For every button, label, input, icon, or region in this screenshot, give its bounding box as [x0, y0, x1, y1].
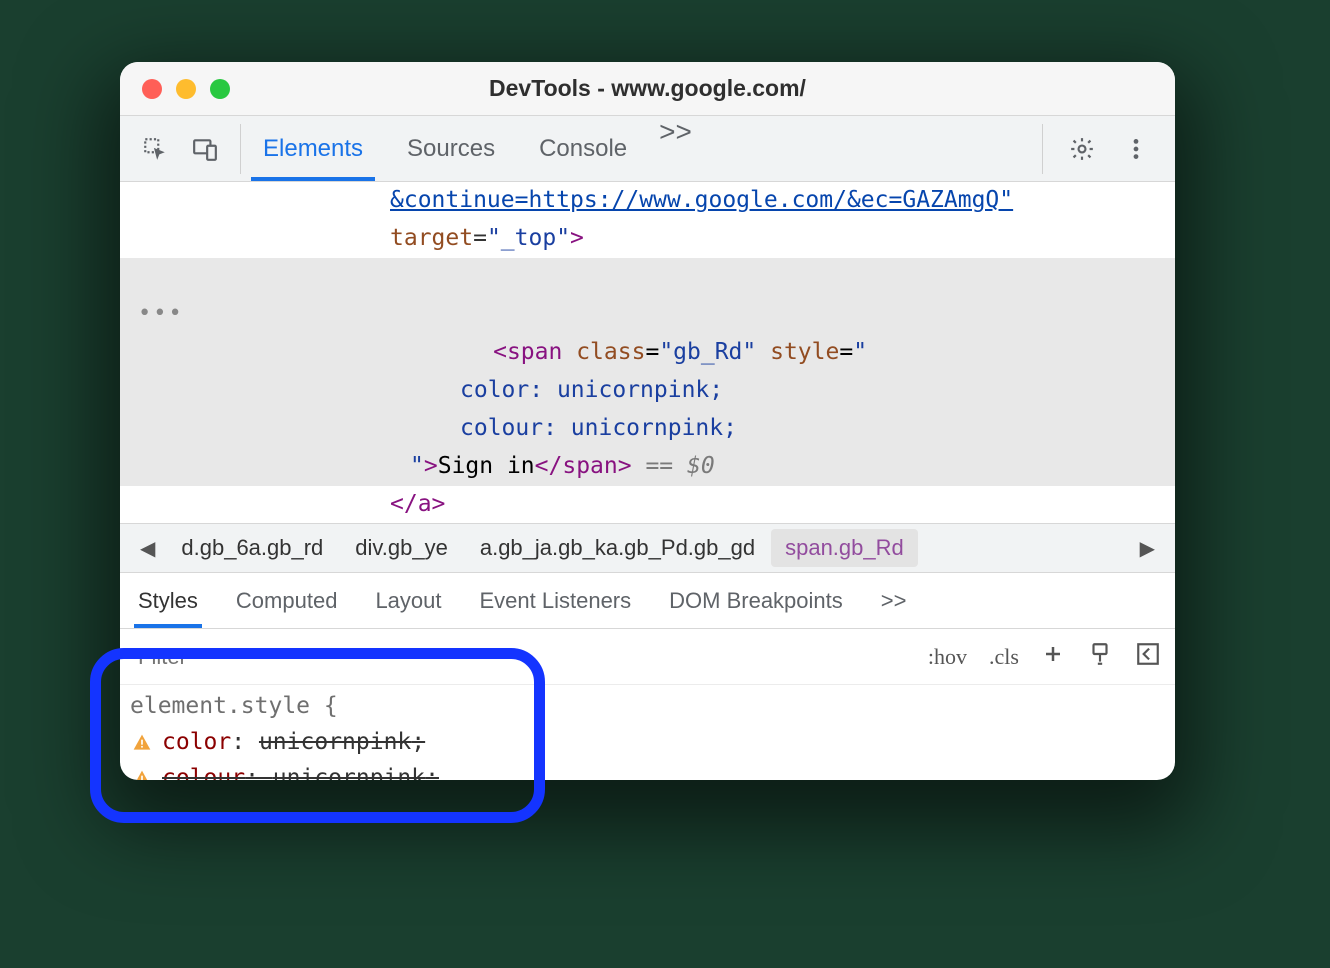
dom-tree[interactable]: &continue=https://www.google.com/&ec=GAZ…	[120, 182, 1175, 523]
styles-filter-row: :hov .cls	[120, 629, 1175, 685]
tab-elements[interactable]: Elements	[241, 116, 385, 181]
warning-icon	[132, 733, 152, 753]
dom-url-fragment: &continue=https://www.google.com/&ec=GAZ…	[390, 187, 1013, 213]
device-toolbar-icon[interactable]	[192, 136, 218, 162]
tabs-overflow-icon[interactable]: >>	[649, 116, 702, 181]
dom-row-selected[interactable]: ••• <span class="gb_Rd" style="	[120, 258, 1175, 372]
dom-breadcrumb[interactable]: ◀ d.gb_6a.gb_rd div.gb_ye a.gb_ja.gb_ka.…	[120, 523, 1175, 573]
subtabs-overflow-icon[interactable]: >>	[881, 573, 907, 628]
subtab-computed[interactable]: Computed	[236, 573, 338, 628]
dom-row[interactable]: &continue=https://www.google.com/&ec=GAZ…	[120, 182, 1175, 220]
new-style-rule-icon[interactable]	[1041, 642, 1065, 672]
breadcrumb-next-icon[interactable]: ▶	[1130, 536, 1165, 561]
breadcrumb-item[interactable]: d.gb_6a.gb_rd	[165, 535, 339, 561]
gear-icon[interactable]	[1069, 136, 1095, 162]
dom-row[interactable]: target="_top">	[120, 220, 1175, 258]
styles-subtabs: Styles Computed Layout Event Listeners D…	[120, 573, 1175, 629]
paint-flash-icon[interactable]	[1087, 641, 1113, 673]
ellipsis-icon[interactable]: •••	[138, 296, 184, 332]
subtab-layout[interactable]: Layout	[375, 573, 441, 628]
tab-console[interactable]: Console	[517, 116, 649, 181]
dom-row[interactable]: </a>	[120, 486, 1175, 524]
hov-toggle[interactable]: :hov	[928, 644, 967, 670]
main-toolbar: Elements Sources Console >>	[120, 116, 1175, 182]
style-declaration[interactable]: colour: unicornpink;	[130, 761, 1175, 780]
rule-selector[interactable]: element.style	[130, 693, 310, 719]
style-declaration[interactable]: color: unicornpink;	[130, 725, 1175, 761]
warning-icon	[132, 769, 152, 780]
window-title: DevTools - www.google.com/	[120, 75, 1175, 102]
dom-row[interactable]: ">Sign in</span> == $0	[120, 448, 1175, 486]
window-minimize-button[interactable]	[176, 79, 196, 99]
window-zoom-button[interactable]	[210, 79, 230, 99]
cls-toggle[interactable]: .cls	[989, 644, 1019, 670]
subtab-event-listeners[interactable]: Event Listeners	[480, 573, 632, 628]
inspect-element-icon[interactable]	[142, 136, 168, 162]
breadcrumb-item[interactable]: div.gb_ye	[339, 535, 464, 561]
tab-sources[interactable]: Sources	[385, 116, 517, 181]
dom-row[interactable]: color: unicornpink;	[120, 372, 1175, 410]
breadcrumb-prev-icon[interactable]: ◀	[130, 536, 165, 561]
styles-pane[interactable]: element.style { color: unicornpink; colo…	[120, 685, 1175, 780]
breadcrumb-item[interactable]: a.gb_ja.gb_ka.gb_Pd.gb_gd	[464, 535, 771, 561]
breadcrumb-item-selected[interactable]: span.gb_Rd	[771, 529, 918, 567]
subtab-dom-breakpoints[interactable]: DOM Breakpoints	[669, 573, 843, 628]
traffic-lights	[142, 79, 230, 99]
styles-filter-input[interactable]	[138, 644, 558, 670]
computed-toggle-icon[interactable]	[1135, 641, 1161, 673]
window-close-button[interactable]	[142, 79, 162, 99]
dom-row[interactable]: colour: unicornpink;	[120, 410, 1175, 448]
main-tabs: Elements Sources Console >>	[241, 116, 702, 181]
window-titlebar: DevTools - www.google.com/	[120, 62, 1175, 116]
kebab-menu-icon[interactable]	[1123, 136, 1149, 162]
subtab-styles[interactable]: Styles	[138, 573, 198, 628]
devtools-window: DevTools - www.google.com/ Elements Sour…	[120, 62, 1175, 780]
